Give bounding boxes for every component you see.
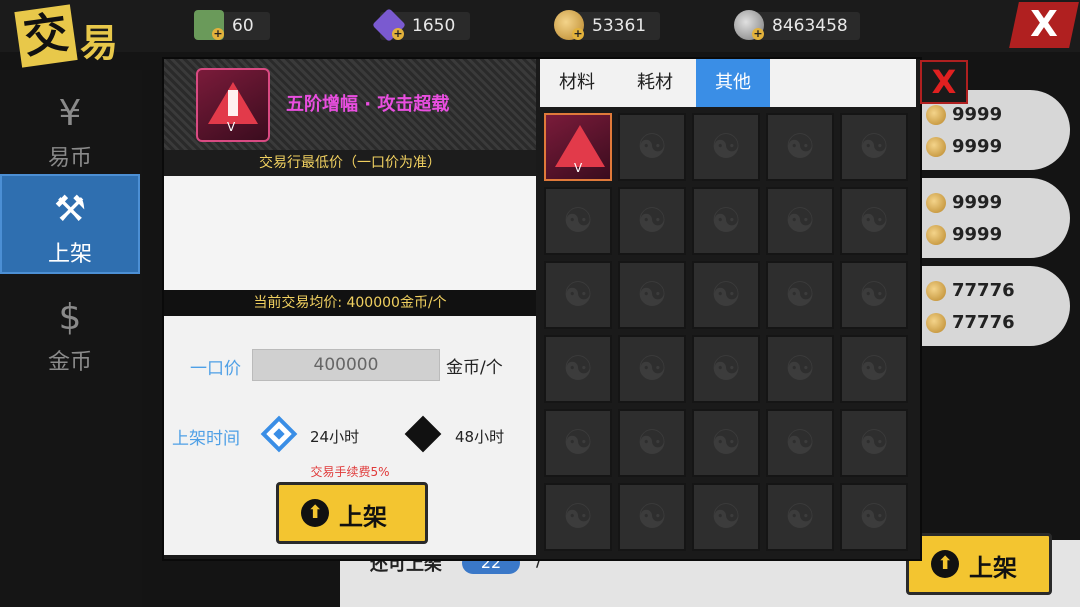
add-icon: +	[392, 27, 404, 40]
avg-price-band: 当前交易均价: 400000金币/个	[164, 290, 536, 316]
inventory-slot-empty[interactable]	[618, 409, 686, 477]
inventory-slot-empty[interactable]	[618, 483, 686, 551]
resource-value: 1650	[412, 16, 456, 36]
inventory-slot-empty[interactable]	[840, 483, 908, 551]
inventory-slot-empty[interactable]	[618, 335, 686, 403]
fee-text: 交易手续费5%	[310, 465, 390, 479]
page-title: 交 易	[10, 4, 140, 68]
gold-coin-icon	[926, 281, 946, 301]
resource-cash[interactable]: + 60	[194, 10, 270, 40]
tab-other[interactable]: 其他	[696, 59, 770, 107]
inventory-slot-empty[interactable]	[766, 187, 834, 255]
inventory-slot-empty[interactable]	[544, 483, 612, 551]
inventory-slot-empty[interactable]	[766, 113, 834, 181]
sidebar-item-label: 金币	[47, 350, 92, 375]
arrow-up-icon: ⬆	[301, 499, 329, 527]
price-label: 一口价	[190, 359, 241, 379]
inventory-grid: V	[544, 113, 916, 557]
gavel-icon: ⚒	[53, 189, 87, 230]
background-price-list: 9999 9999 9999 9999 77776 77776	[920, 90, 1080, 350]
inventory-slot-empty[interactable]	[840, 261, 908, 329]
sidebar-item-gold[interactable]: $ 金币	[0, 284, 140, 384]
duration-label: 上架时间	[172, 429, 240, 449]
inventory-slot-empty[interactable]	[692, 483, 760, 551]
inventory-slot-empty[interactable]	[692, 113, 760, 181]
lowest-price-label: 交易行最低价（一口价为准）	[259, 155, 441, 171]
gold-coin-icon	[926, 105, 946, 125]
resource-silver[interactable]: + 8463458	[734, 10, 860, 40]
resource-crystal[interactable]: + 1650	[372, 8, 470, 42]
price-pill: 9999 9999	[920, 178, 1070, 258]
background-list-button[interactable]: ⬆ 上架	[906, 533, 1052, 595]
inventory-tabs: 材料 耗材 其他	[540, 59, 916, 107]
inventory-slot-empty[interactable]	[766, 335, 834, 403]
tab-materials[interactable]: 材料	[540, 59, 614, 107]
arrow-up-icon: ⬆	[931, 550, 959, 578]
gold-coin-icon	[926, 193, 946, 213]
add-icon: +	[212, 27, 224, 40]
resource-value: 60	[232, 16, 254, 36]
price-tag-icon: ¥	[58, 93, 82, 134]
close-icon: X	[1030, 4, 1058, 45]
price-pill: 77776 77776	[920, 266, 1070, 346]
sidebar-item-label: 易币	[47, 146, 92, 171]
inventory-slot-empty[interactable]	[840, 187, 908, 255]
inventory-slot-empty[interactable]	[766, 261, 834, 329]
item-grade: V	[574, 161, 583, 175]
sidebar-item-list[interactable]: ⚒ 上架	[0, 174, 140, 274]
inventory-slot-empty[interactable]	[840, 409, 908, 477]
close-button[interactable]: X	[1009, 2, 1079, 48]
price-unit: 金币/个	[446, 358, 503, 378]
inventory-slot-empty[interactable]	[692, 335, 760, 403]
item-grade: V	[227, 120, 236, 134]
inventory-slot-empty[interactable]	[692, 187, 760, 255]
item-name: 五阶增幅 · 攻击超载	[286, 94, 450, 115]
inventory-slot-empty[interactable]	[840, 113, 908, 181]
add-icon: +	[752, 27, 764, 40]
title-char-2: 易	[80, 21, 119, 65]
duration-48h-label[interactable]: 48小时	[455, 426, 504, 447]
inventory-slot-empty[interactable]	[840, 335, 908, 403]
gem-icon	[555, 125, 605, 167]
tab-consumables[interactable]: 耗材	[618, 59, 692, 107]
sidebar: ¥ 易币 ⚒ 上架 $ 金币	[0, 70, 142, 607]
avg-price-label: 当前交易均价: 400000金币/个	[253, 295, 447, 311]
resource-value: 53361	[592, 16, 647, 36]
sidebar-item-tradecoin[interactable]: ¥ 易币	[0, 80, 140, 180]
dialog-close-button[interactable]: X	[920, 60, 968, 104]
inventory-slot-empty[interactable]	[766, 409, 834, 477]
button-label: 上架	[339, 503, 387, 531]
inventory-slot-empty[interactable]	[544, 187, 612, 255]
resource-gold[interactable]: + 53361	[554, 10, 660, 40]
lowest-price-band: 交易行最低价（一口价为准）	[164, 150, 536, 176]
close-icon: X	[931, 63, 957, 101]
add-icon: +	[572, 27, 584, 40]
inventory-slot-item[interactable]: V	[544, 113, 612, 181]
gold-coin-icon	[926, 137, 946, 157]
inventory-slot-empty[interactable]	[618, 113, 686, 181]
inventory-slot-empty[interactable]	[692, 261, 760, 329]
gold-coin-icon	[926, 313, 946, 333]
price-input[interactable]: 400000	[252, 349, 440, 381]
title-char-1: 交	[14, 4, 78, 68]
inventory-slot-empty[interactable]	[618, 187, 686, 255]
inventory-slot-empty[interactable]	[618, 261, 686, 329]
inventory-slot-empty[interactable]	[544, 409, 612, 477]
button-label: 上架	[969, 554, 1017, 582]
dollar-coin-icon: $	[58, 297, 82, 338]
resource-value: 8463458	[772, 16, 848, 36]
inventory-slot-empty[interactable]	[544, 335, 612, 403]
top-bar	[0, 0, 1080, 52]
selected-item-icon: V	[196, 68, 270, 142]
inventory-slot-empty[interactable]	[544, 261, 612, 329]
lowest-price-list	[164, 176, 536, 290]
gold-coin-icon	[926, 225, 946, 245]
inventory-slot-empty[interactable]	[692, 409, 760, 477]
submit-listing-button[interactable]: ⬆ 上架	[276, 482, 428, 544]
sidebar-item-label: 上架	[47, 242, 92, 267]
duration-24h-label[interactable]: 24小时	[310, 426, 359, 447]
inventory-slot-empty[interactable]	[766, 483, 834, 551]
